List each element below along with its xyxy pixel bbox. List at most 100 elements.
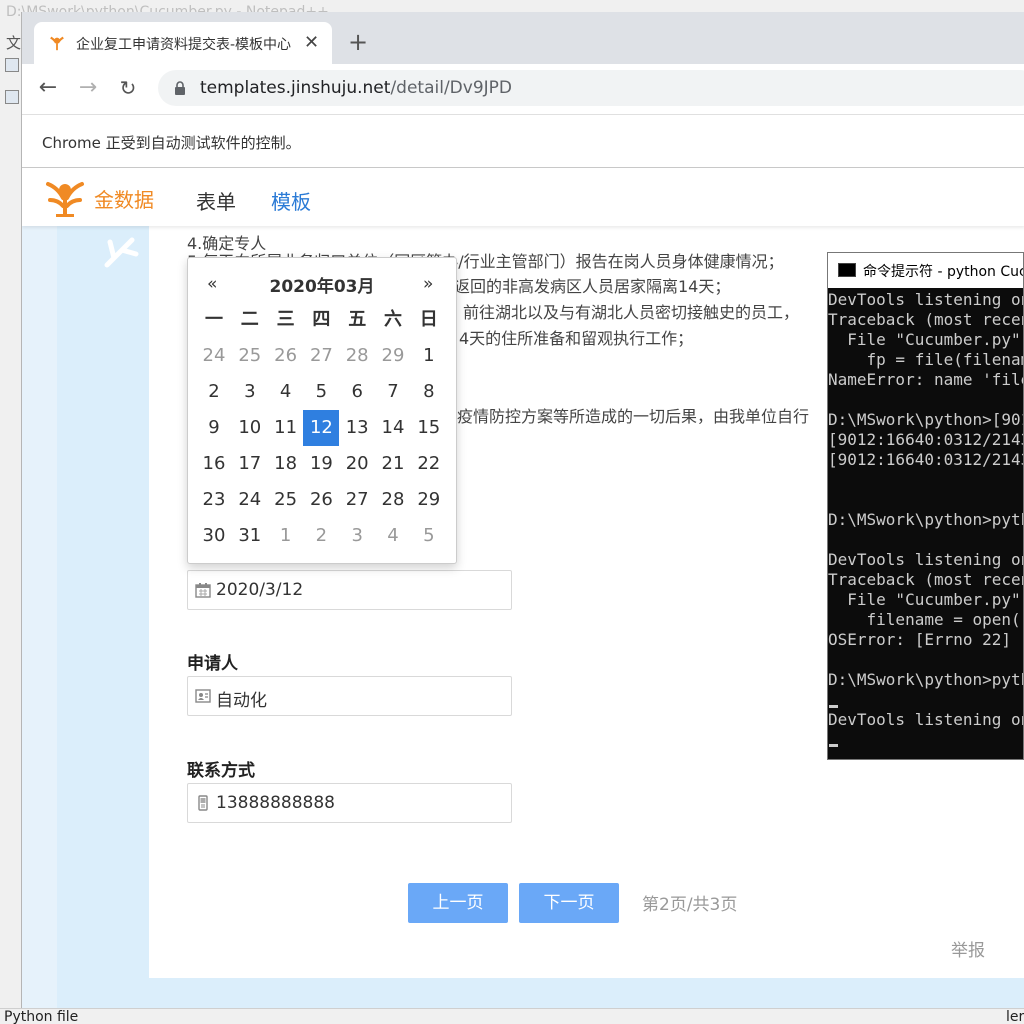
forward-arrow-icon[interactable]: → (76, 76, 100, 100)
datepicker-day[interactable]: 27 (339, 482, 375, 518)
datepicker-day[interactable]: 22 (411, 446, 447, 482)
background-status-length: ler (1006, 1009, 1024, 1024)
contact-field[interactable]: 13888888888 (187, 783, 512, 823)
datepicker-day[interactable]: 14 (375, 410, 411, 446)
datepicker-weekday: 五 (348, 309, 367, 330)
datepicker-prev-icon[interactable]: « (207, 274, 217, 294)
datepicker-day[interactable]: 20 (339, 446, 375, 482)
datepicker-day[interactable]: 19 (303, 446, 339, 482)
datepicker-day[interactable]: 29 (411, 482, 447, 518)
datepicker-day[interactable]: 24 (196, 338, 232, 374)
rule-line: 4天的住所准备和留观执行工作； (459, 329, 694, 348)
datepicker-day[interactable]: 26 (268, 338, 304, 374)
background-status-filetype: Python file (4, 1009, 79, 1024)
datepicker-day[interactable]: 25 (232, 338, 268, 374)
tab-close-icon[interactable]: ✕ (304, 32, 319, 53)
datepicker-day[interactable]: 8 (411, 374, 447, 410)
bottom-decoration-band (57, 978, 1024, 1008)
datepicker-day[interactable]: 30 (196, 518, 232, 554)
infobar-message: Chrome 正受到自动测试软件的控制。 (42, 134, 301, 152)
jinshuju-favicon-icon (50, 36, 64, 51)
datepicker-day[interactable]: 27 (303, 338, 339, 374)
site-header: 金数据 表单 模板 (22, 168, 1024, 226)
url-text: templates.jinshuju.net/detail/Dv9JPD (200, 78, 512, 98)
background-menu-file[interactable]: 文 (6, 32, 21, 53)
datepicker-day[interactable]: 6 (339, 374, 375, 410)
datepicker-day[interactable]: 4 (375, 518, 411, 554)
datepicker-day[interactable]: 9 (196, 410, 232, 446)
contact-field-value: 13888888888 (216, 793, 335, 813)
applicant-label: 申请人 (187, 654, 238, 674)
datepicker-day[interactable]: 28 (339, 338, 375, 374)
datepicker-day[interactable]: 15 (411, 410, 447, 446)
datepicker-day[interactable]: 3 (339, 518, 375, 554)
leaf-decoration-icon (104, 237, 139, 268)
datepicker-day[interactable]: 17 (232, 446, 268, 482)
datepicker-day-selected[interactable]: 12 (303, 410, 340, 446)
datepicker-day[interactable]: 28 (375, 482, 411, 518)
cmd-output-line: File "Cucumber.py" (828, 590, 1021, 609)
datepicker-day[interactable]: 31 (232, 518, 268, 554)
datepicker-day[interactable]: 23 (196, 482, 232, 518)
applicant-field-value: 自动化 (216, 691, 267, 711)
datepicker-day[interactable]: 10 (232, 410, 268, 446)
contact-label: 联系方式 (187, 761, 255, 781)
date-field[interactable]: 2020/3/12 (187, 570, 512, 610)
browser-toolbar: ← → ↻ templates.jinshuju.net/detail/Dv9J… (22, 64, 1024, 114)
datepicker-month-title[interactable]: 2020年03月 (188, 272, 456, 297)
background-toolbar-icon[interactable] (5, 58, 19, 72)
url-path: /detail/Dv9JPD (390, 78, 512, 98)
background-toolbar-icon[interactable] (5, 90, 19, 104)
datepicker-day[interactable]: 25 (268, 482, 304, 518)
datepicker-day[interactable]: 3 (232, 374, 268, 410)
site-logo-text[interactable]: 金数据 (94, 184, 154, 213)
tab-strip: 企业复工申请资料提交表-模板中心 ✕ + (22, 12, 1024, 64)
cmd-output-line: Traceback (most recent (828, 570, 1024, 589)
datepicker-day[interactable]: 13 (339, 410, 375, 446)
report-link[interactable]: 举报 (951, 936, 985, 961)
address-bar[interactable]: templates.jinshuju.net/detail/Dv9JPD (158, 70, 1024, 106)
background-status-bar (0, 1008, 1024, 1024)
reload-icon[interactable]: ↻ (116, 76, 140, 100)
datepicker-day[interactable]: 11 (268, 410, 304, 446)
new-tab-button[interactable]: + (348, 30, 368, 54)
page-indicator: 第2页/共3页 (642, 895, 738, 915)
datepicker-day[interactable]: 1 (268, 518, 304, 554)
datepicker-weekday: 二 (240, 309, 259, 330)
lock-icon (175, 81, 185, 95)
datepicker-day[interactable]: 5 (411, 518, 447, 554)
cmd-icon (838, 263, 856, 277)
cmd-output-line: File "Cucumber.py" (828, 330, 1021, 349)
jinshuju-logo-icon (46, 182, 84, 217)
datepicker-day[interactable]: 21 (375, 446, 411, 482)
datepicker-day[interactable]: 16 (196, 446, 232, 482)
background-editor-gutter (0, 20, 22, 1010)
datepicker-day[interactable]: 5 (303, 374, 339, 410)
applicant-field[interactable]: 自动化 (187, 676, 512, 716)
datepicker-next-icon[interactable]: » (423, 274, 433, 294)
nav-templates[interactable]: 模板 (271, 186, 311, 215)
datepicker-day[interactable]: 24 (232, 482, 268, 518)
automation-infobar: Chrome 正受到自动测试软件的控制。 (22, 114, 1024, 168)
datepicker-day[interactable]: 1 (411, 338, 447, 374)
datepicker-day[interactable]: 2 (196, 374, 232, 410)
datepicker-day[interactable]: 29 (375, 338, 411, 374)
datepicker-day[interactable]: 18 (268, 446, 304, 482)
datepicker-weekday: 日 (419, 309, 438, 330)
datepicker-day[interactable]: 4 (268, 374, 304, 410)
command-prompt-window: 命令提示符 - python Cucumber.py DevTools list… (827, 252, 1024, 760)
cmd-output-line: D:\MSwork\python>pyth (828, 510, 1024, 529)
prev-page-button[interactable]: 上一页 (408, 883, 508, 923)
datepicker-day[interactable]: 7 (375, 374, 411, 410)
cmd-output-line: DevTools listening on (828, 710, 1024, 729)
datepicker-day[interactable]: 2 (303, 518, 339, 554)
cmd-titlebar[interactable]: 命令提示符 - python Cucumber.py (828, 253, 1023, 288)
cmd-cursor (829, 705, 838, 708)
nav-forms[interactable]: 表单 (196, 186, 236, 215)
tab-active[interactable]: 企业复工申请资料提交表-模板中心 ✕ (34, 22, 332, 64)
cmd-cursor (829, 744, 838, 747)
datepicker-day[interactable]: 26 (303, 482, 339, 518)
back-arrow-icon[interactable]: ← (36, 76, 60, 100)
next-page-button[interactable]: 下一页 (519, 883, 619, 923)
cmd-output-line: Traceback (most recent (828, 310, 1024, 329)
